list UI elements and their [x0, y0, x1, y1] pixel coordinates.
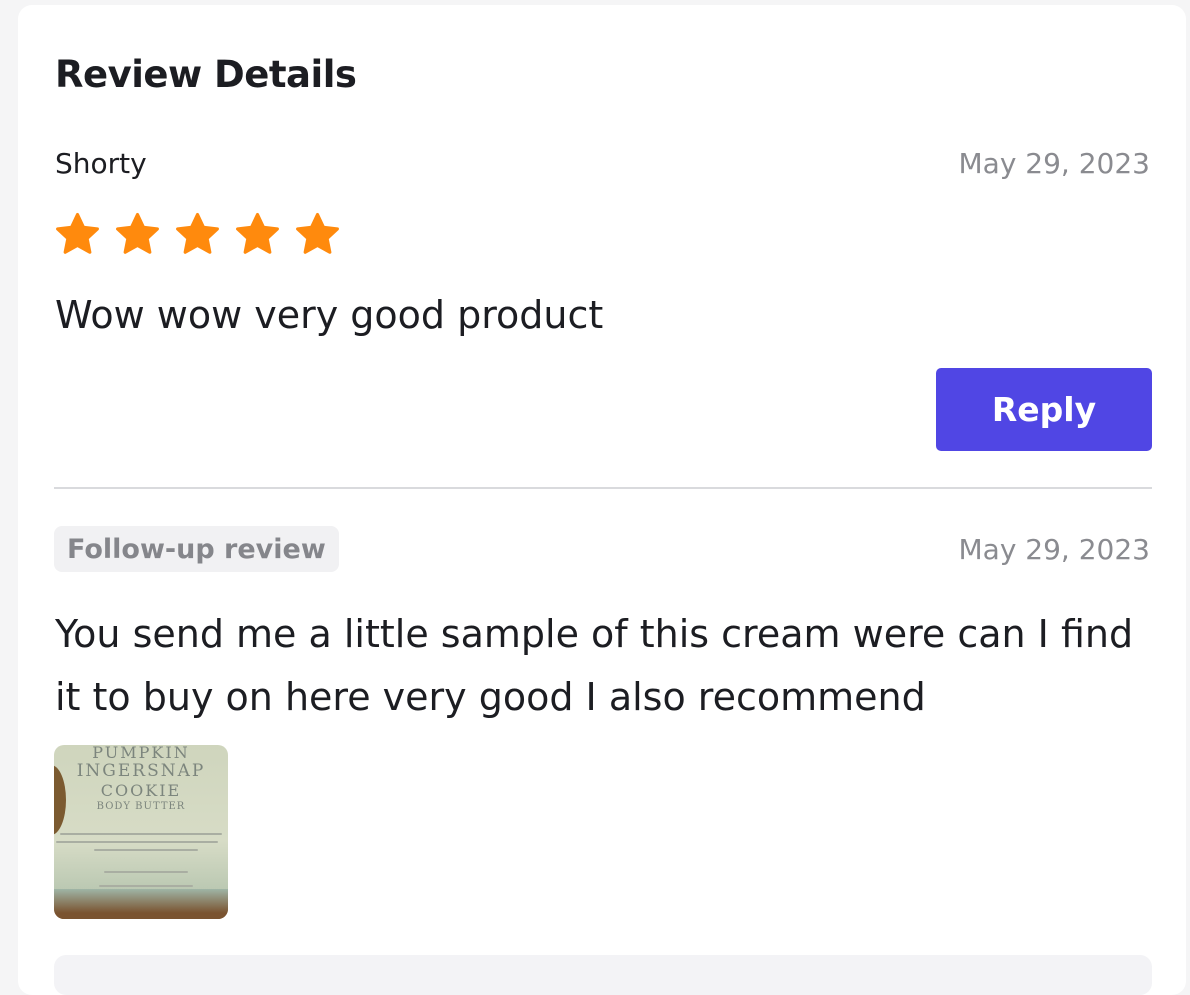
star-icon [296, 212, 339, 254]
star-icon [56, 212, 99, 254]
photo-fine-print [99, 885, 193, 887]
photo-text-line: PUMPKIN [92, 745, 190, 762]
reviewer-name: Shorty [55, 147, 147, 180]
photo-text-line: BODY BUTTER [96, 801, 186, 812]
review-date: May 29, 2023 [958, 147, 1150, 180]
star-icon [176, 212, 219, 254]
photo-text-line: COOKIE [100, 781, 182, 800]
star-icon [116, 212, 159, 254]
next-section-panel [54, 955, 1152, 995]
page-title: Review Details [55, 53, 357, 96]
review-details-card: Review Details Shorty May 29, 2023 Wow w… [18, 5, 1186, 995]
photo-fine-print [60, 833, 222, 835]
follow-up-date: May 29, 2023 [958, 533, 1150, 566]
star-rating [54, 211, 341, 258]
photo-fine-print [94, 849, 198, 851]
review-text: Wow wow very good product [55, 293, 604, 337]
photo-fine-print [56, 841, 218, 843]
star-icon [236, 212, 279, 254]
divider [54, 487, 1152, 489]
photo-text-line: INGERSNAP [76, 761, 206, 781]
follow-up-badge: Follow-up review [54, 526, 339, 572]
follow-up-text: You send me a little sample of this crea… [55, 612, 1134, 719]
review-photo-thumbnail[interactable]: PUMPKIN INGERSNAP COOKIE BODY BUTTER [54, 745, 228, 919]
photo-fine-print [104, 871, 188, 873]
photo-background [54, 889, 228, 919]
reply-button[interactable]: Reply [936, 368, 1152, 451]
